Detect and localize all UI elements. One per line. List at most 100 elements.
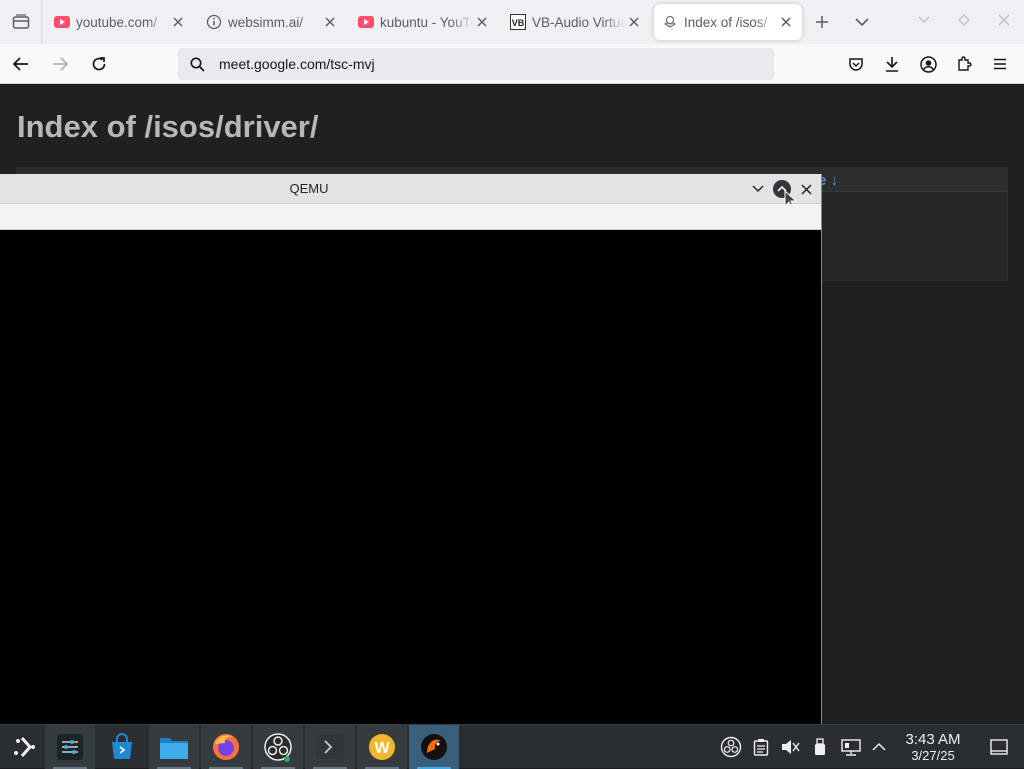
tab-title: kubuntu - YouTube	[380, 14, 474, 30]
w-logo-icon: W	[369, 734, 395, 760]
reload-button[interactable]	[81, 48, 117, 80]
tab-youtube[interactable]: youtube.com/	[46, 4, 194, 40]
diamond-icon	[958, 14, 970, 26]
tray-network[interactable]	[836, 725, 866, 769]
qemu-titlebar[interactable]: QEMU	[0, 174, 821, 210]
plus-icon	[816, 16, 828, 28]
launcher-icon	[14, 737, 35, 757]
reload-icon	[92, 56, 106, 70]
window-close-button[interactable]	[984, 0, 1024, 40]
url-text: meet.google.com/tsc-mvj	[219, 56, 375, 72]
clock-time: 3:43 AM	[905, 731, 961, 748]
puzzle-icon	[958, 56, 972, 71]
tab-websimm[interactable]: websimm.ai/	[198, 4, 346, 40]
pocket-icon	[849, 58, 863, 71]
tray-expand[interactable]	[864, 725, 894, 769]
back-button[interactable]	[3, 48, 39, 80]
account-icon	[919, 55, 937, 73]
downloads-button[interactable]	[874, 48, 910, 80]
new-tab-button[interactable]	[802, 2, 842, 42]
tray-obs[interactable]	[716, 725, 746, 769]
tray-volume[interactable]	[775, 725, 805, 769]
download-icon	[886, 57, 898, 72]
tray-usb[interactable]	[805, 725, 835, 769]
close-tab-icon[interactable]	[626, 14, 642, 30]
qemu-close-button[interactable]	[796, 179, 816, 199]
clipboard-icon	[753, 739, 769, 756]
page-title: Index of /isos/driver/	[17, 109, 319, 144]
task-obs-studio[interactable]	[253, 725, 303, 769]
tab-index-of-isos[interactable]: Index of /isos/	[654, 4, 802, 40]
show-desktop-icon	[990, 739, 1008, 755]
obs-icon	[720, 736, 742, 758]
arrow-right-icon	[53, 56, 68, 71]
address-bar[interactable]: meet.google.com/tsc-mvj	[178, 48, 774, 80]
svg-text:VB: VB	[512, 18, 525, 28]
qemu-menubar	[0, 204, 821, 230]
extensions-button[interactable]	[946, 48, 982, 80]
tab-title: VB-Audio Virtual	[532, 14, 626, 30]
usb-drive-icon	[815, 738, 825, 755]
tray-clipboard[interactable]	[746, 725, 776, 769]
account-button[interactable]	[910, 48, 946, 80]
terminal-icon	[316, 735, 344, 759]
qemu-window-title: QEMU	[289, 181, 329, 196]
task-firefox[interactable]	[201, 725, 251, 769]
chevron-down-icon	[918, 16, 930, 23]
task-qemu[interactable]	[409, 725, 459, 769]
firefox-icon	[213, 734, 239, 760]
window-minimize-button[interactable]	[904, 0, 944, 40]
qemu-display[interactable]	[0, 230, 821, 724]
list-all-tabs-button[interactable]	[842, 2, 882, 42]
volume-muted-icon	[782, 740, 800, 754]
tab-list-icon	[12, 14, 29, 29]
digital-clock[interactable]: 3:43 AM 3/27/25	[896, 731, 970, 763]
close-tab-icon[interactable]	[778, 14, 794, 30]
clock-date: 3/27/25	[911, 748, 955, 763]
window-maximize-button[interactable]	[944, 0, 984, 40]
chevron-up-icon	[872, 742, 886, 751]
close-icon	[800, 183, 812, 195]
task-system-settings[interactable]	[45, 725, 95, 769]
application-launcher[interactable]	[0, 725, 50, 769]
task-file-manager[interactable]	[149, 725, 199, 769]
arrow-left-icon	[13, 56, 28, 71]
info-icon	[206, 14, 222, 30]
taskbar: W 3:43 AM 3/27/25	[0, 724, 1024, 769]
forward-button[interactable]	[42, 48, 78, 80]
close-icon	[998, 14, 1010, 26]
show-desktop-button[interactable]	[984, 725, 1014, 769]
tab-strip: youtube.com/ websimm.ai/ kubuntu - YouTu…	[0, 0, 1024, 44]
qemu-window[interactable]: QEMU	[0, 174, 822, 724]
search-icon	[190, 57, 205, 72]
obs-icon	[264, 733, 292, 762]
tab-title: Index of /isos/	[684, 14, 768, 30]
folder-icon	[160, 738, 188, 759]
vb-icon: VB	[510, 14, 526, 30]
close-tab-icon[interactable]	[322, 14, 338, 30]
task-discover[interactable]	[97, 725, 147, 769]
settings-icon	[57, 734, 83, 760]
tab-title: youtube.com/	[76, 14, 158, 30]
youtube-icon	[54, 14, 70, 30]
chevron-down-icon	[855, 18, 869, 27]
close-tab-icon[interactable]	[474, 14, 490, 30]
firefox-view-button[interactable]	[0, 0, 42, 44]
svg-text:W: W	[374, 740, 390, 757]
navigation-toolbar: meet.google.com/tsc-mvj	[0, 44, 1024, 84]
tab-title: websimm.ai/	[228, 14, 304, 30]
tab-vb-audio[interactable]: VB VB-Audio Virtual	[502, 4, 650, 40]
network-wired-icon	[841, 739, 861, 756]
chevron-down-icon	[752, 185, 764, 193]
hamburger-icon	[994, 58, 1006, 70]
store-bag-icon	[112, 733, 132, 759]
tab-kubuntu[interactable]: kubuntu - YouTube	[350, 4, 498, 40]
close-tab-icon[interactable]	[170, 14, 186, 30]
youtube-icon	[358, 14, 374, 30]
pocket-button[interactable]	[838, 48, 874, 80]
qemu-minimize-button[interactable]	[748, 179, 768, 199]
task-w-app[interactable]: W	[357, 725, 407, 769]
task-terminal[interactable]	[305, 725, 355, 769]
menu-button[interactable]	[982, 48, 1018, 80]
page-icon	[662, 14, 678, 30]
